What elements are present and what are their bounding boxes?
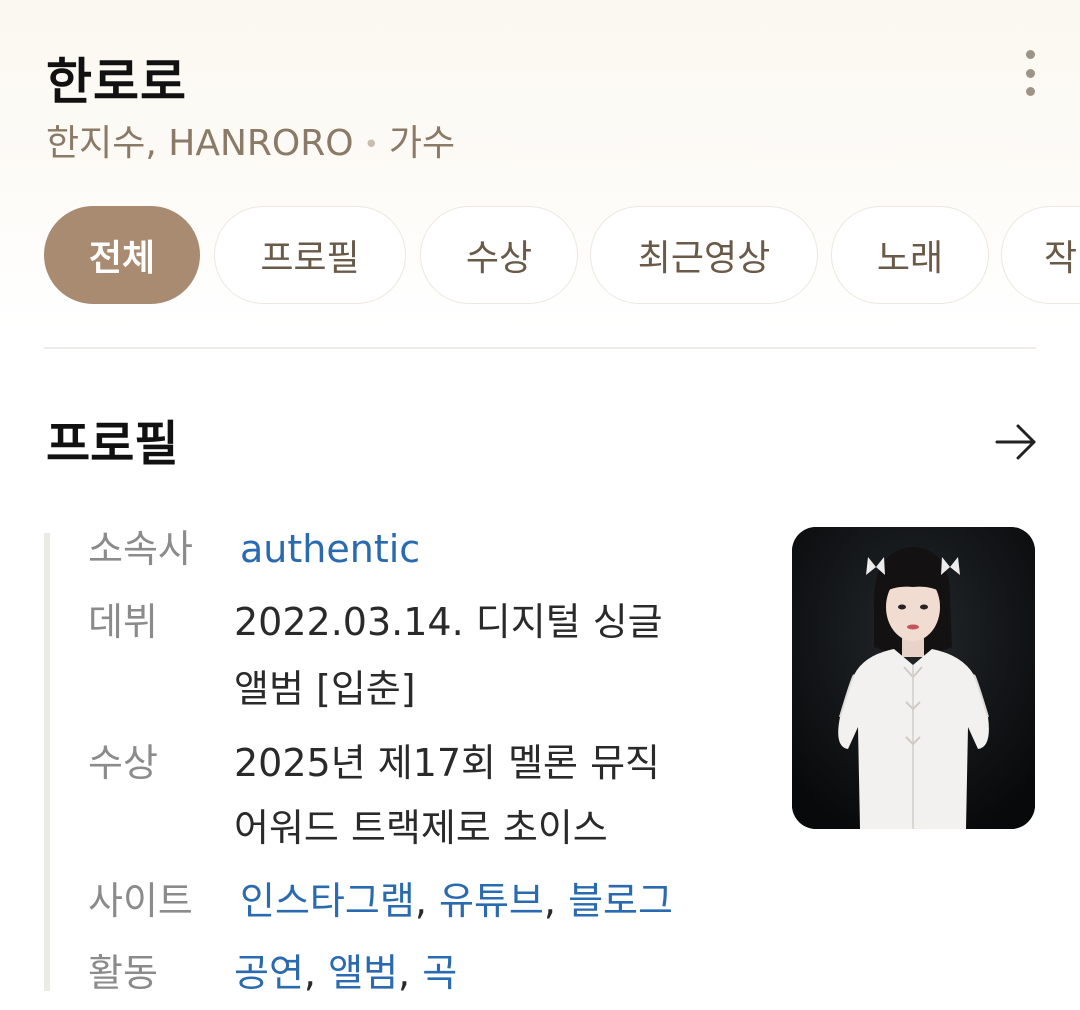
tab-awards[interactable]: 수상 <box>420 206 578 304</box>
subtitle-role: 가수 <box>388 123 456 164</box>
artist-portrait-image <box>792 527 1035 829</box>
youtube-link[interactable]: 유튜브 <box>439 879 544 923</box>
subtitle-dot: • <box>363 130 379 160</box>
albums-link[interactable]: 앨범 <box>328 951 398 995</box>
award-line-1: 2025년 제17회 멜론 뮤직 <box>234 741 661 785</box>
arrow-right-icon[interactable] <box>994 420 1038 464</box>
songs-link[interactable]: 곡 <box>422 951 457 995</box>
instagram-link[interactable]: 인스타그램 <box>240 879 415 923</box>
debut-line-1: 2022.03.14. 디지털 싱글 <box>234 600 663 644</box>
blog-link[interactable]: 블로그 <box>568 879 673 923</box>
sites-label: 사이트 <box>88 879 193 923</box>
concerts-link[interactable]: 공연 <box>234 951 304 995</box>
debut-line-2: 앨범 [입춘] <box>234 667 416 711</box>
separator: , <box>414 879 427 923</box>
profile-accent-bar <box>44 533 50 991</box>
award-label: 수상 <box>88 741 158 785</box>
separator: , <box>303 951 317 995</box>
profile-section-title: 프로필 <box>46 416 179 472</box>
subtitle: 한지수, HANRORO • 가수 <box>46 114 455 166</box>
tab-works[interactable]: 작 <box>1001 206 1080 304</box>
agency-label: 소속사 <box>88 527 193 571</box>
artist-photo[interactable] <box>792 527 1035 829</box>
activity-links: 공연, 앨범, 곡 <box>234 938 457 1008</box>
tab-profile[interactable]: 프로필 <box>214 206 406 304</box>
divider <box>44 347 1036 349</box>
activity-label: 활동 <box>88 951 158 995</box>
sites-links: 인스타그램, 유튜브, 블로그 <box>240 866 673 936</box>
more-options-icon[interactable] <box>1020 50 1040 96</box>
subtitle-names: 한지수, HANRORO <box>46 123 354 164</box>
award-line-2: 어워드 트랙제로 초이스 <box>234 806 608 850</box>
category-tabs: 전체 프로필 수상 최근영상 노래 작 <box>44 206 1080 306</box>
page-title: 한로로 <box>46 53 187 111</box>
tab-all[interactable]: 전체 <box>44 206 200 304</box>
agency-link[interactable]: authentic <box>240 514 420 584</box>
tab-songs[interactable]: 노래 <box>831 206 989 304</box>
tab-recent-videos[interactable]: 최근영상 <box>590 206 818 304</box>
separator: , <box>543 879 556 923</box>
debut-label: 데뷔 <box>88 600 158 644</box>
separator: , <box>398 951 411 995</box>
